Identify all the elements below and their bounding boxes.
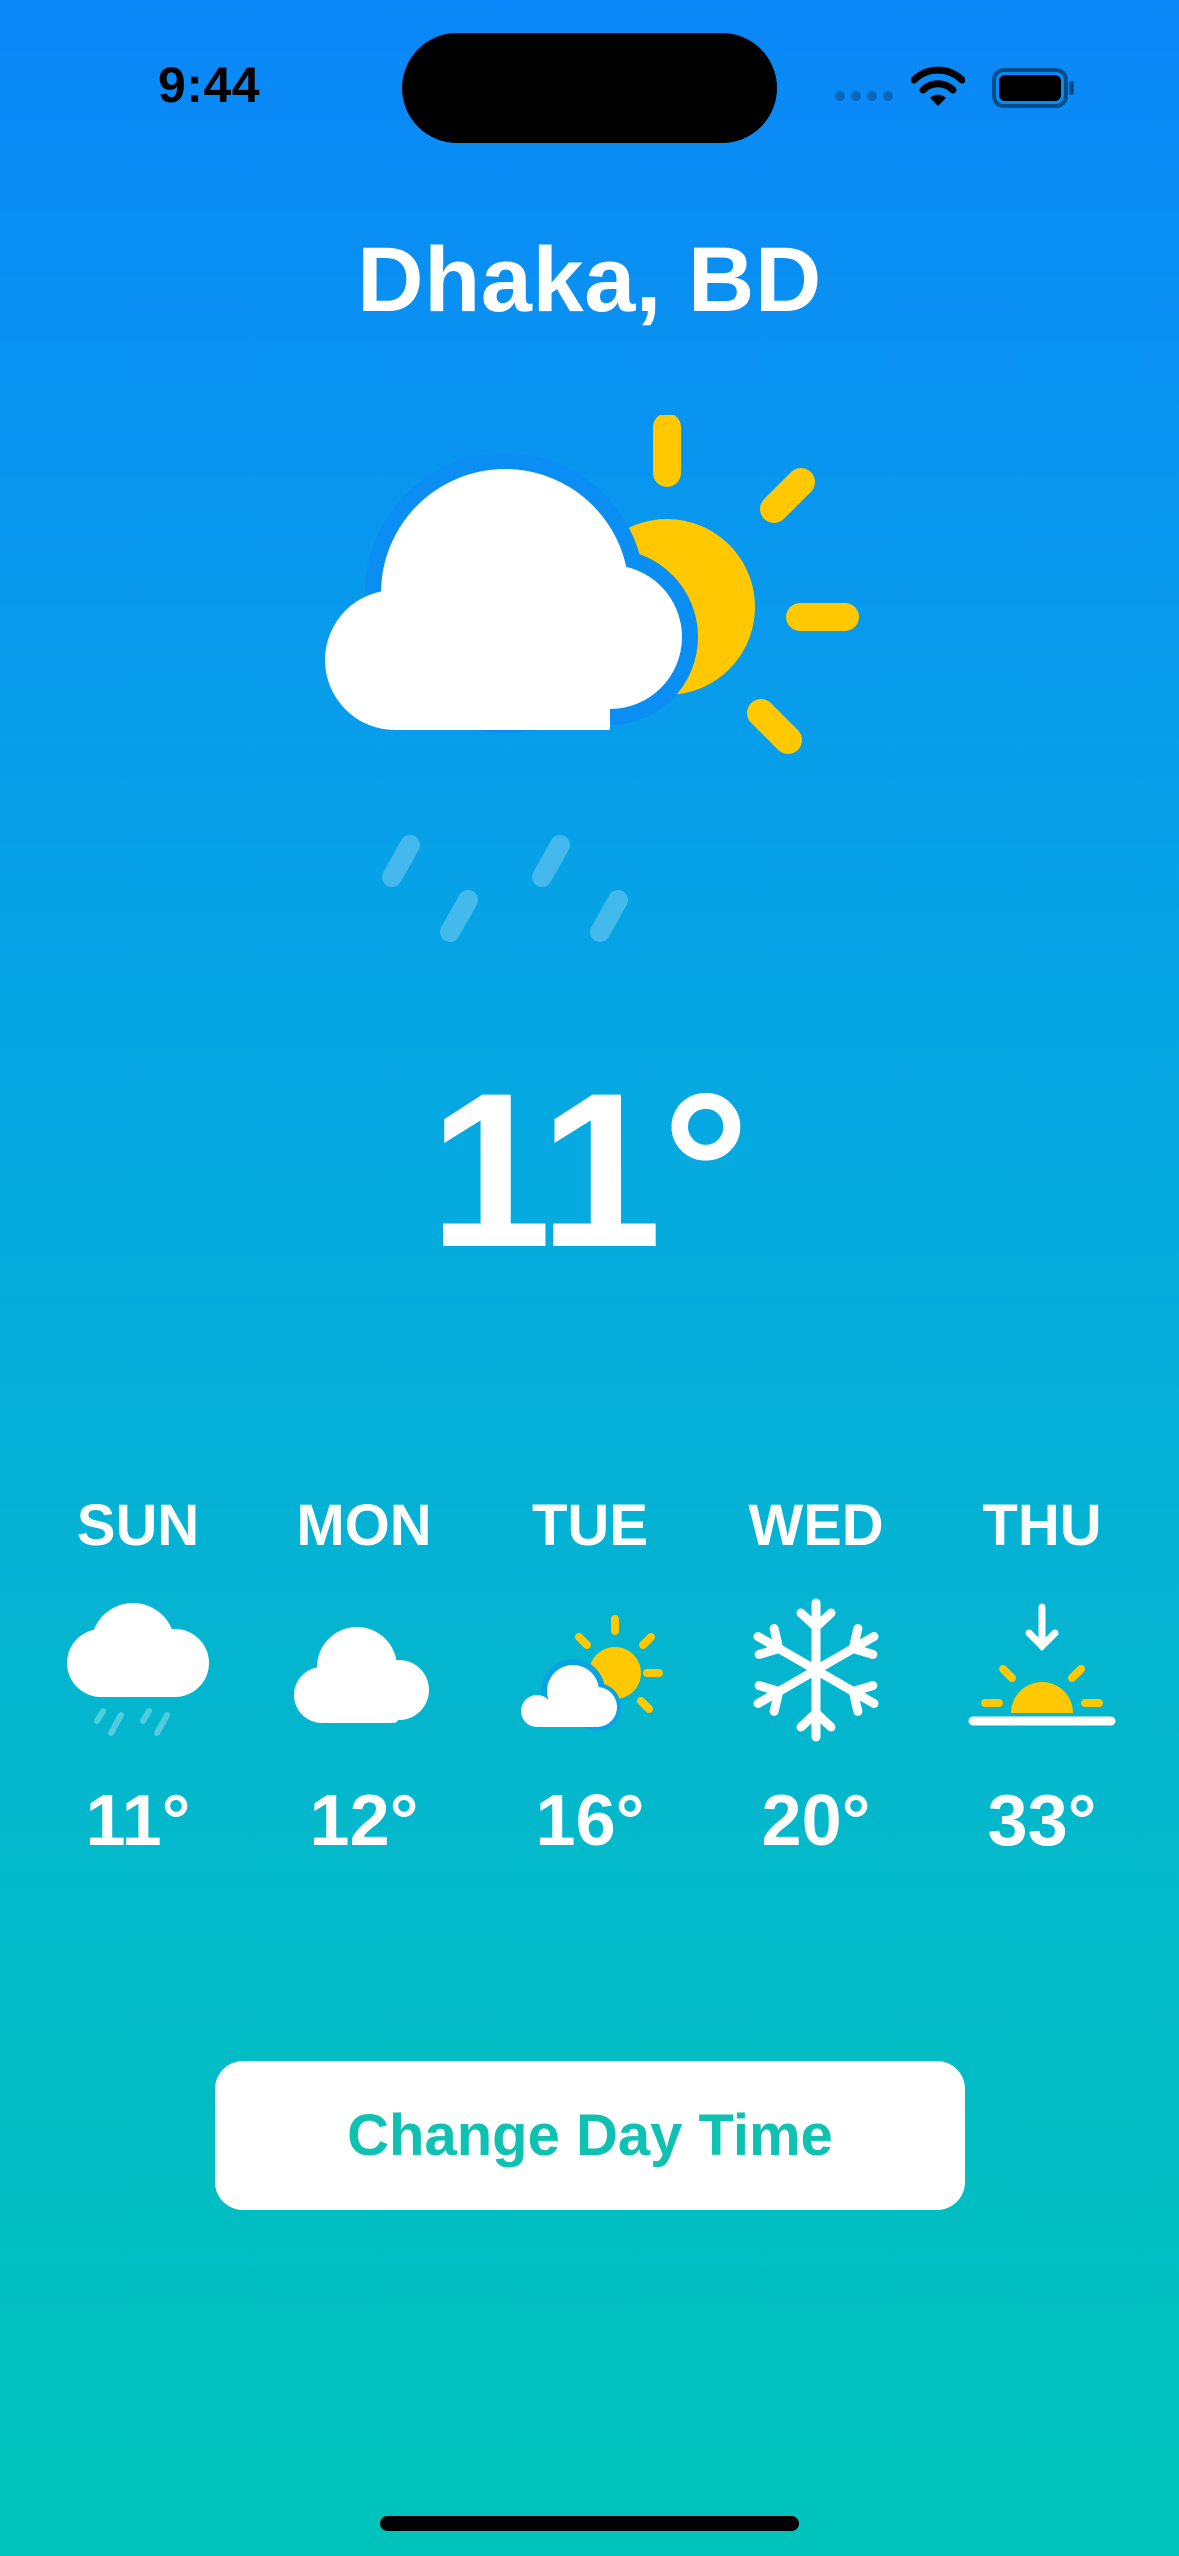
snowflake-icon <box>753 1598 879 1742</box>
forecast-day: THU 33° <box>929 1480 1155 1880</box>
home-indicator[interactable] <box>380 2516 799 2531</box>
status-icons <box>834 62 1084 112</box>
dynamic-island <box>402 33 777 143</box>
day-label: MON <box>296 1493 432 1558</box>
cloud-rain-icon <box>67 1603 209 1736</box>
cloud-icon <box>294 1627 429 1723</box>
forecast-day: TUE 16° <box>477 1480 703 1880</box>
day-temperature: 12° <box>309 1781 419 1861</box>
status-time: 9:44 <box>158 57 261 113</box>
forecast-day: WED 20° <box>703 1480 929 1880</box>
forecast-row: SUN 11° MON 12° TUE 16° WED 20° THU 33° <box>25 1480 1155 1880</box>
day-temperature: 33° <box>987 1781 1097 1861</box>
day-label: TUE <box>532 1493 648 1558</box>
day-temperature: 20° <box>761 1781 871 1861</box>
day-label: WED <box>748 1493 884 1558</box>
status-bar: 9:44 <box>0 0 1179 150</box>
day-temperature: 16° <box>535 1781 645 1861</box>
battery-icon <box>992 68 1074 108</box>
city-name: Dhaka, BD <box>357 229 822 331</box>
cloud-sun-rain-icon <box>325 415 859 942</box>
wifi-icon <box>911 66 965 106</box>
cloud-sun-icon <box>521 1615 663 1731</box>
day-label: SUN <box>76 1493 200 1558</box>
sunset-icon <box>968 1603 1116 1726</box>
current-temperature: 11° <box>429 1047 750 1293</box>
forecast-day: SUN 11° <box>25 1480 251 1880</box>
signal-icon <box>835 91 893 101</box>
day-label: THU <box>982 1493 1102 1558</box>
change-day-time-button[interactable]: Change Day Time <box>215 2061 965 2210</box>
forecast-day: MON 12° <box>251 1480 477 1880</box>
day-temperature: 11° <box>85 1781 191 1861</box>
